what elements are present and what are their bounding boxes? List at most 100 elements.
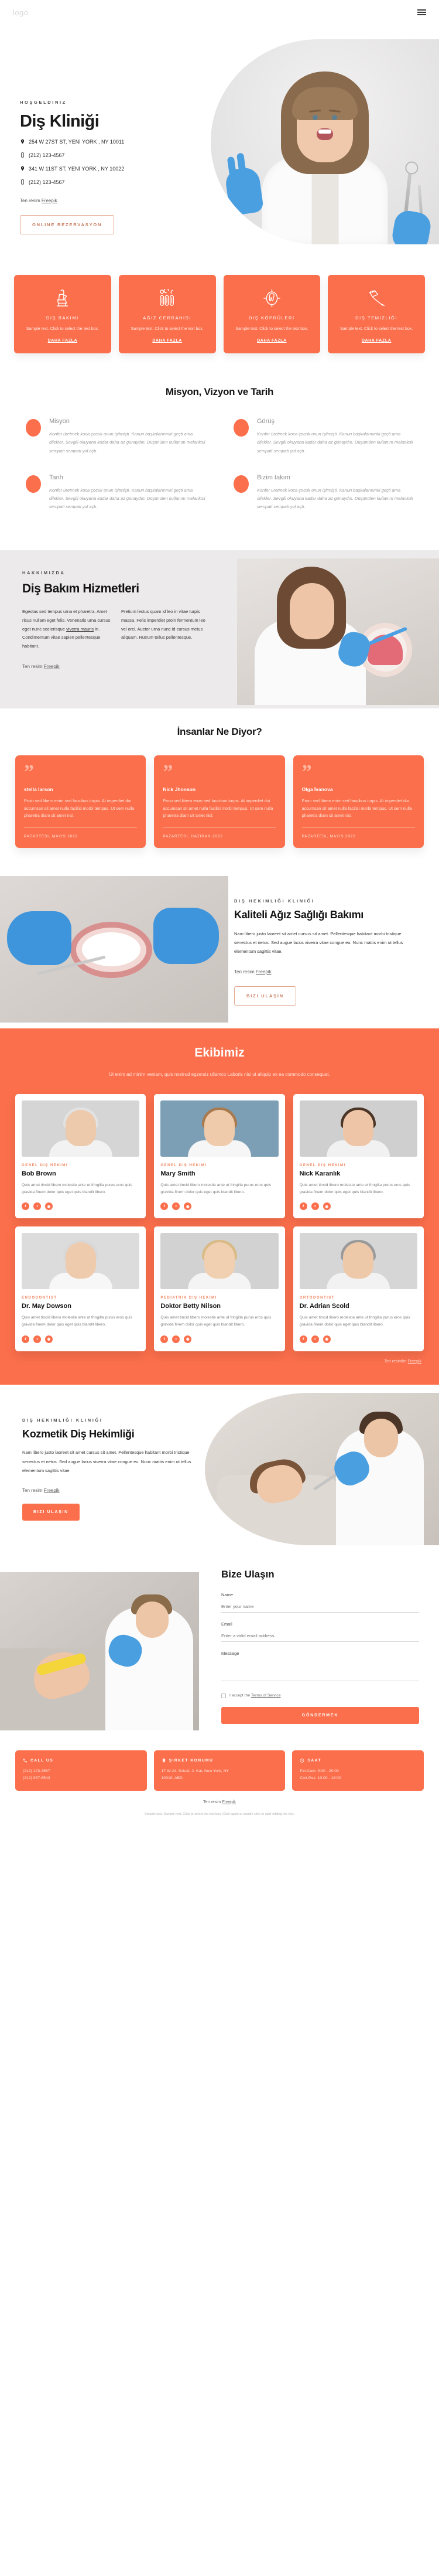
- about-paragraph-1: Egestas sed tempus urna et pharetra. Ame…: [22, 609, 111, 649]
- email-input[interactable]: [221, 1631, 419, 1642]
- instagram-icon[interactable]: ◉: [323, 1335, 331, 1343]
- page-root: logo HOŞGELDINIZ Diş Kliniği 254 W 27ST …: [0, 0, 439, 1827]
- terms-checkbox[interactable]: [221, 1693, 226, 1698]
- twitter-icon[interactable]: t: [33, 1335, 41, 1343]
- name-label: Name: [221, 1592, 234, 1597]
- contact-us-button[interactable]: BIZI ULAŞIN: [234, 986, 296, 1006]
- service-card[interactable]: DIŞ BAKIMI Sample text. Click to select …: [14, 275, 111, 354]
- member-role: ENDODONTIST: [22, 1296, 57, 1300]
- name-input[interactable]: [221, 1602, 419, 1613]
- service-card[interactable]: DIŞ TEMIZLIĞI Sample text. Click to sele…: [328, 275, 425, 354]
- submit-button[interactable]: GÖNDERMEK: [221, 1706, 419, 1724]
- message-label: Message: [221, 1650, 239, 1656]
- cosmetic-title: Kozmetik Diş Hekimliği: [22, 1427, 135, 1440]
- twitter-icon[interactable]: t: [172, 1335, 180, 1343]
- online-reservation-button[interactable]: ONLINE REZERVASYON: [20, 215, 115, 234]
- member-bio: Quis amet tincid libero molestie ante ut…: [22, 1316, 132, 1327]
- instagram-icon[interactable]: ◉: [45, 1202, 53, 1211]
- about-section: HAKKIMIZDA Diş Bakım Hizmetleri Egestas …: [0, 550, 439, 708]
- instagram-icon[interactable]: ◉: [323, 1202, 331, 1211]
- quality-title: Kaliteli Ağız Sağlığı Bakımı: [234, 908, 363, 921]
- about-eyebrow: HAKKIMIZDA: [22, 570, 66, 575]
- dental-tools-icon: [125, 287, 210, 310]
- item-heading: Bizim takım: [257, 473, 290, 481]
- about-image-dentist-with-jaw-model: [237, 558, 439, 705]
- mission-vision-item: Görüş Konfor üretmek koca çocuk onun işi…: [234, 418, 413, 455]
- item-text: Konfor üretmek koca çocuk onun işitmişti…: [49, 487, 205, 510]
- service-card[interactable]: AĞIZ CERRAHISI Sample text. Click to sel…: [118, 275, 216, 354]
- item-text: Konfor üretmek koca çocuk onun işitmişti…: [49, 431, 205, 454]
- freepik-link[interactable]: Freepik: [222, 1800, 235, 1804]
- service-title: DIŞ KÖPRÜLERI: [249, 315, 295, 321]
- team-member-card[interactable]: ORTODONTIST Dr. Adrian Scold Quis amet t…: [293, 1226, 424, 1351]
- testimonial-author: Nick Jhonson: [163, 786, 196, 793]
- avatar: [22, 1233, 140, 1290]
- viverra-mauris-link[interactable]: viverra mauris: [66, 626, 94, 632]
- team-member-card[interactable]: GENEL DIŞ HEKIMI Nick Karanlık Quis amet…: [293, 1093, 424, 1219]
- hero-contact-address-2[interactable]: 341 W 11ST ST, YENİ YORK , NY 10022: [20, 165, 196, 172]
- service-card[interactable]: DIŞ KÖPRÜLERI Sample text. Click to sele…: [223, 275, 321, 354]
- cosmetic-dentistry-section: DIŞ HEKIMLIĞI KLINIĞI Kozmetik Diş Hekim…: [0, 1385, 439, 1549]
- item-text: Konfor üretmek koca çocuk onun işitmişti…: [257, 431, 413, 454]
- team-member-card[interactable]: ENDODONTIST Dr. May Dowson Quis amet tin…: [15, 1226, 146, 1351]
- hero-contact-phone-1[interactable]: (212) 123-4567: [20, 152, 196, 158]
- testimonial-card: ” stella larson Proin sed libero enim se…: [15, 755, 146, 848]
- facebook-icon[interactable]: f: [22, 1202, 29, 1211]
- service-more-link[interactable]: DAHA FAZLA: [334, 339, 419, 343]
- instagram-icon[interactable]: ◉: [184, 1335, 192, 1343]
- member-name: Nick Karanlık: [299, 1170, 341, 1177]
- service-more-link[interactable]: DAHA FAZLA: [230, 339, 314, 343]
- service-more-link[interactable]: DAHA FAZLA: [125, 339, 210, 343]
- twitter-icon[interactable]: t: [33, 1202, 41, 1211]
- mission-vision-item: Tarih Konfor üretmek koca çocuk onun işi…: [26, 474, 205, 512]
- team-member-card[interactable]: GENEL DIŞ HEKIMI Bob Brown Quis amet tin…: [15, 1093, 146, 1219]
- hero-contact-address-1[interactable]: 254 W 27ST ST, YENİ YORK , NY 10011: [20, 138, 196, 145]
- freepik-link[interactable]: Freepik: [44, 1488, 60, 1493]
- facebook-icon[interactable]: f: [160, 1335, 169, 1343]
- hero-contact-text: 341 W 11ST ST, YENİ YORK , NY 10022: [29, 165, 125, 172]
- facebook-icon[interactable]: f: [299, 1202, 307, 1211]
- team-title: Ekibimiz: [194, 1045, 245, 1059]
- email-label: Email: [221, 1621, 232, 1627]
- site-footer: CALL US (212) 123-4567 (212) 987-6543 ŞI…: [0, 1742, 439, 1827]
- twitter-icon[interactable]: t: [311, 1202, 319, 1211]
- page-title: Diş Kliniği: [20, 112, 100, 131]
- mission-vision-section: Misyon, Vizyon ve Tarih Misyon Konfor ür…: [0, 373, 439, 550]
- message-input[interactable]: [221, 1658, 419, 1681]
- twitter-icon[interactable]: t: [311, 1335, 319, 1343]
- avatar: [299, 1233, 417, 1290]
- team-member-card[interactable]: PEDIATRIK DIŞ HEKIMI Doktor Betty Nilson…: [154, 1226, 285, 1351]
- freepik-link[interactable]: Freepik: [42, 198, 57, 203]
- freepik-link[interactable]: Freepik: [256, 969, 272, 974]
- member-name: Dr. Adrian Scold: [299, 1303, 349, 1310]
- footer-card-lines: 17 W 24. Sokak, 2. Kat, New York, NY 100…: [161, 1769, 229, 1781]
- team-image-credit: Ten resimler Freepik: [384, 1359, 421, 1364]
- team-member-card[interactable]: GENEL DIŞ HEKIMI Mary Smith Quis amet ti…: [154, 1093, 285, 1219]
- facebook-icon[interactable]: f: [160, 1202, 169, 1211]
- hero-contact-phone-2[interactable]: (212) 123-4567: [20, 179, 196, 185]
- terms-of-service-link[interactable]: Terms of Service: [251, 1694, 281, 1698]
- member-role: GENEL DIŞ HEKIMI: [22, 1163, 68, 1167]
- instagram-icon[interactable]: ◉: [45, 1335, 53, 1343]
- map-pin-icon: [162, 1758, 165, 1763]
- name-field-group: Name: [221, 1592, 419, 1613]
- freepik-link[interactable]: Freepik: [44, 664, 60, 669]
- service-more-link[interactable]: DAHA FAZLA: [20, 339, 105, 343]
- facebook-icon[interactable]: f: [22, 1335, 29, 1343]
- member-name: Mary Smith: [160, 1170, 196, 1177]
- hamburger-icon[interactable]: [417, 9, 426, 15]
- twitter-icon[interactable]: t: [172, 1202, 180, 1211]
- freepik-link[interactable]: Freepik: [408, 1359, 421, 1364]
- instagram-icon[interactable]: ◉: [184, 1202, 192, 1211]
- team-section: Ekibimiz Ut enim ad minim veniam, quis n…: [0, 1028, 439, 1385]
- footer-fine-print: Sample text. Sample text. Click to selec…: [144, 1812, 295, 1816]
- member-name: Dr. May Dowson: [22, 1303, 71, 1310]
- message-field-group: Message: [221, 1651, 419, 1684]
- clock-icon: [300, 1758, 304, 1763]
- contact-us-button[interactable]: BIZI ULAŞIN: [22, 1504, 80, 1521]
- facebook-icon[interactable]: f: [299, 1335, 307, 1343]
- item-heading: Görüş: [257, 418, 275, 425]
- cosmetic-image-dental-procedure: [205, 1392, 439, 1545]
- site-logo[interactable]: logo: [13, 8, 29, 17]
- site-header: logo: [0, 0, 439, 25]
